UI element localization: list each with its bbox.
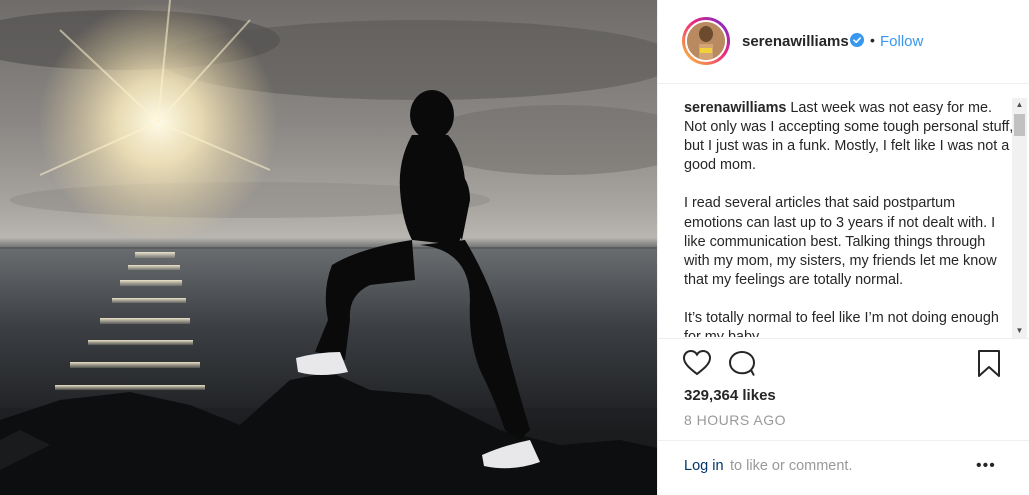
caption-scrollbar[interactable]: ▲ ▼ xyxy=(1012,98,1027,338)
caption-body: Last week was not easy for me. Not only … xyxy=(684,100,1014,337)
caption-text: serenawilliams Last week was not easy fo… xyxy=(684,99,1014,337)
scroll-down-arrow-icon[interactable]: ▼ xyxy=(1012,324,1027,338)
caption-scroll-area[interactable]: serenawilliams Last week was not easy fo… xyxy=(658,85,1029,337)
login-prompt-text: to like or comment. xyxy=(730,458,853,474)
sunset-silhouette-image xyxy=(0,0,657,495)
caption-username[interactable]: serenawilliams xyxy=(684,100,786,116)
separator-dot: • xyxy=(870,32,875,48)
post-side-panel: serenawilliams • Follow serenawilliams L… xyxy=(657,0,1029,495)
verified-badge-icon xyxy=(850,33,864,47)
avatar-image xyxy=(685,20,727,62)
bookmark-icon[interactable] xyxy=(976,349,1002,379)
post-header: serenawilliams • Follow xyxy=(658,0,1029,84)
post-photo[interactable] xyxy=(0,0,657,495)
avatar[interactable] xyxy=(682,17,730,65)
comment-icon[interactable] xyxy=(727,349,757,377)
login-prompt: Log in to like or comment. ••• xyxy=(658,440,1029,495)
heart-icon[interactable] xyxy=(682,349,712,377)
follow-button[interactable]: Follow xyxy=(880,33,923,50)
post-timestamp[interactable]: 8 HOURS AGO xyxy=(684,412,786,428)
more-options-icon[interactable]: ••• xyxy=(976,457,996,475)
scroll-up-arrow-icon[interactable]: ▲ xyxy=(1012,98,1027,112)
header-username[interactable]: serenawilliams xyxy=(742,33,849,50)
login-link[interactable]: Log in xyxy=(684,458,724,474)
likes-count[interactable]: 329,364 likes xyxy=(684,387,776,404)
scrollbar-thumb[interactable] xyxy=(1014,114,1025,136)
